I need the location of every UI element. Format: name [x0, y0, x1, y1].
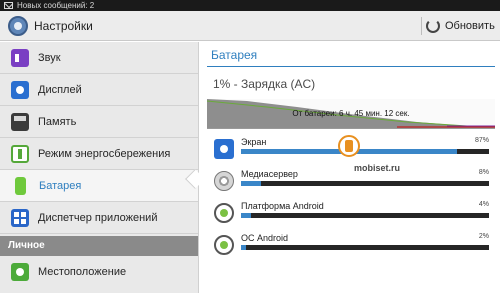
usage-bar-fill — [241, 213, 251, 218]
refresh-button[interactable]: Обновить — [426, 11, 495, 41]
section-header-personal: Личное — [0, 236, 198, 256]
page-title: Настройки — [34, 19, 93, 33]
mail-icon — [4, 2, 13, 9]
sidebar-item-display[interactable]: Дисплей — [0, 74, 198, 106]
mediaserver-icon — [214, 171, 234, 191]
watermark-text: mobiset.ru — [354, 163, 401, 173]
usage-row-android-platform[interactable]: Платформа Android 4% — [211, 200, 489, 230]
sidebar-item-label: Дисплей — [38, 83, 82, 96]
sidebar-item-location[interactable]: Местоположение — [0, 256, 198, 288]
settings-sidebar: Звук Дисплей Память Режим энергосбережен… — [0, 42, 198, 293]
battery-panel: Батарея 1% - Зарядка (AC) От батареи: 6 … — [198, 42, 500, 293]
sidebar-item-sound[interactable]: Звук — [0, 42, 198, 74]
sidebar-item-battery[interactable]: Батарея — [0, 170, 198, 202]
sidebar-item-memory[interactable]: Память — [0, 106, 198, 138]
usage-bar-track — [241, 245, 489, 250]
sidebar-item-power-saving[interactable]: Режим энергосбережения — [0, 138, 198, 170]
title-underline — [207, 66, 495, 67]
usage-row-mediaserver[interactable]: Медиасервер 8% — [211, 168, 489, 198]
battery-icon — [15, 176, 26, 195]
status-bar: Новых сообщений: 2 — [0, 0, 500, 11]
location-icon — [11, 263, 29, 281]
power-saving-icon — [11, 144, 29, 163]
sidebar-item-label: Звук — [38, 51, 61, 64]
sound-icon — [11, 48, 29, 67]
graph-label: От батареи: 6 ч. 45 мин. 12 сек. — [292, 109, 410, 118]
notification-text: Новых сообщений: 2 — [17, 1, 95, 10]
android-platform-icon — [214, 203, 234, 223]
apps-grid-icon — [11, 208, 29, 227]
screen-icon — [214, 139, 234, 159]
usage-name: Платформа Android — [241, 201, 324, 211]
usage-bar-track — [241, 181, 489, 186]
android-os-icon — [214, 235, 234, 255]
sidebar-item-label: Память — [38, 115, 77, 128]
usage-bar-fill — [241, 181, 261, 186]
sidebar-item-label: Батарея — [39, 179, 82, 192]
refresh-label: Обновить — [445, 20, 495, 32]
battery-history-graph[interactable]: От батареи: 6 ч. 45 мин. 12 сек. — [207, 99, 495, 129]
usage-percent: 4% — [478, 201, 489, 208]
display-icon — [11, 80, 29, 99]
divider — [421, 17, 422, 35]
panel-title: Батарея — [211, 48, 258, 62]
refresh-icon — [426, 19, 440, 33]
usage-name: Экран — [241, 137, 267, 147]
usage-name: ОС Android — [241, 233, 289, 243]
usage-percent: 8% — [478, 169, 489, 176]
sidebar-item-label: Диспетчер приложений — [38, 211, 158, 224]
usage-bar-track — [241, 213, 489, 218]
settings-gear-icon — [8, 16, 28, 36]
usage-bar-fill — [241, 245, 246, 250]
action-bar: Настройки Обновить — [0, 11, 500, 41]
usage-bar-track — [241, 149, 489, 154]
sidebar-item-label: Местоположение — [38, 266, 127, 278]
usage-name: Медиасервер — [241, 169, 298, 179]
memory-card-icon — [11, 112, 29, 131]
sidebar-item-app-manager[interactable]: Диспетчер приложений — [0, 202, 198, 234]
charge-status[interactable]: 1% - Зарядка (AC) — [213, 77, 315, 91]
watermark-logo-icon — [338, 135, 360, 157]
sidebar-item-label: Режим энергосбережения — [38, 147, 171, 160]
usage-row-android-os[interactable]: ОС Android 2% — [211, 232, 489, 262]
usage-percent: 87% — [474, 137, 489, 144]
usage-percent: 2% — [478, 233, 489, 240]
